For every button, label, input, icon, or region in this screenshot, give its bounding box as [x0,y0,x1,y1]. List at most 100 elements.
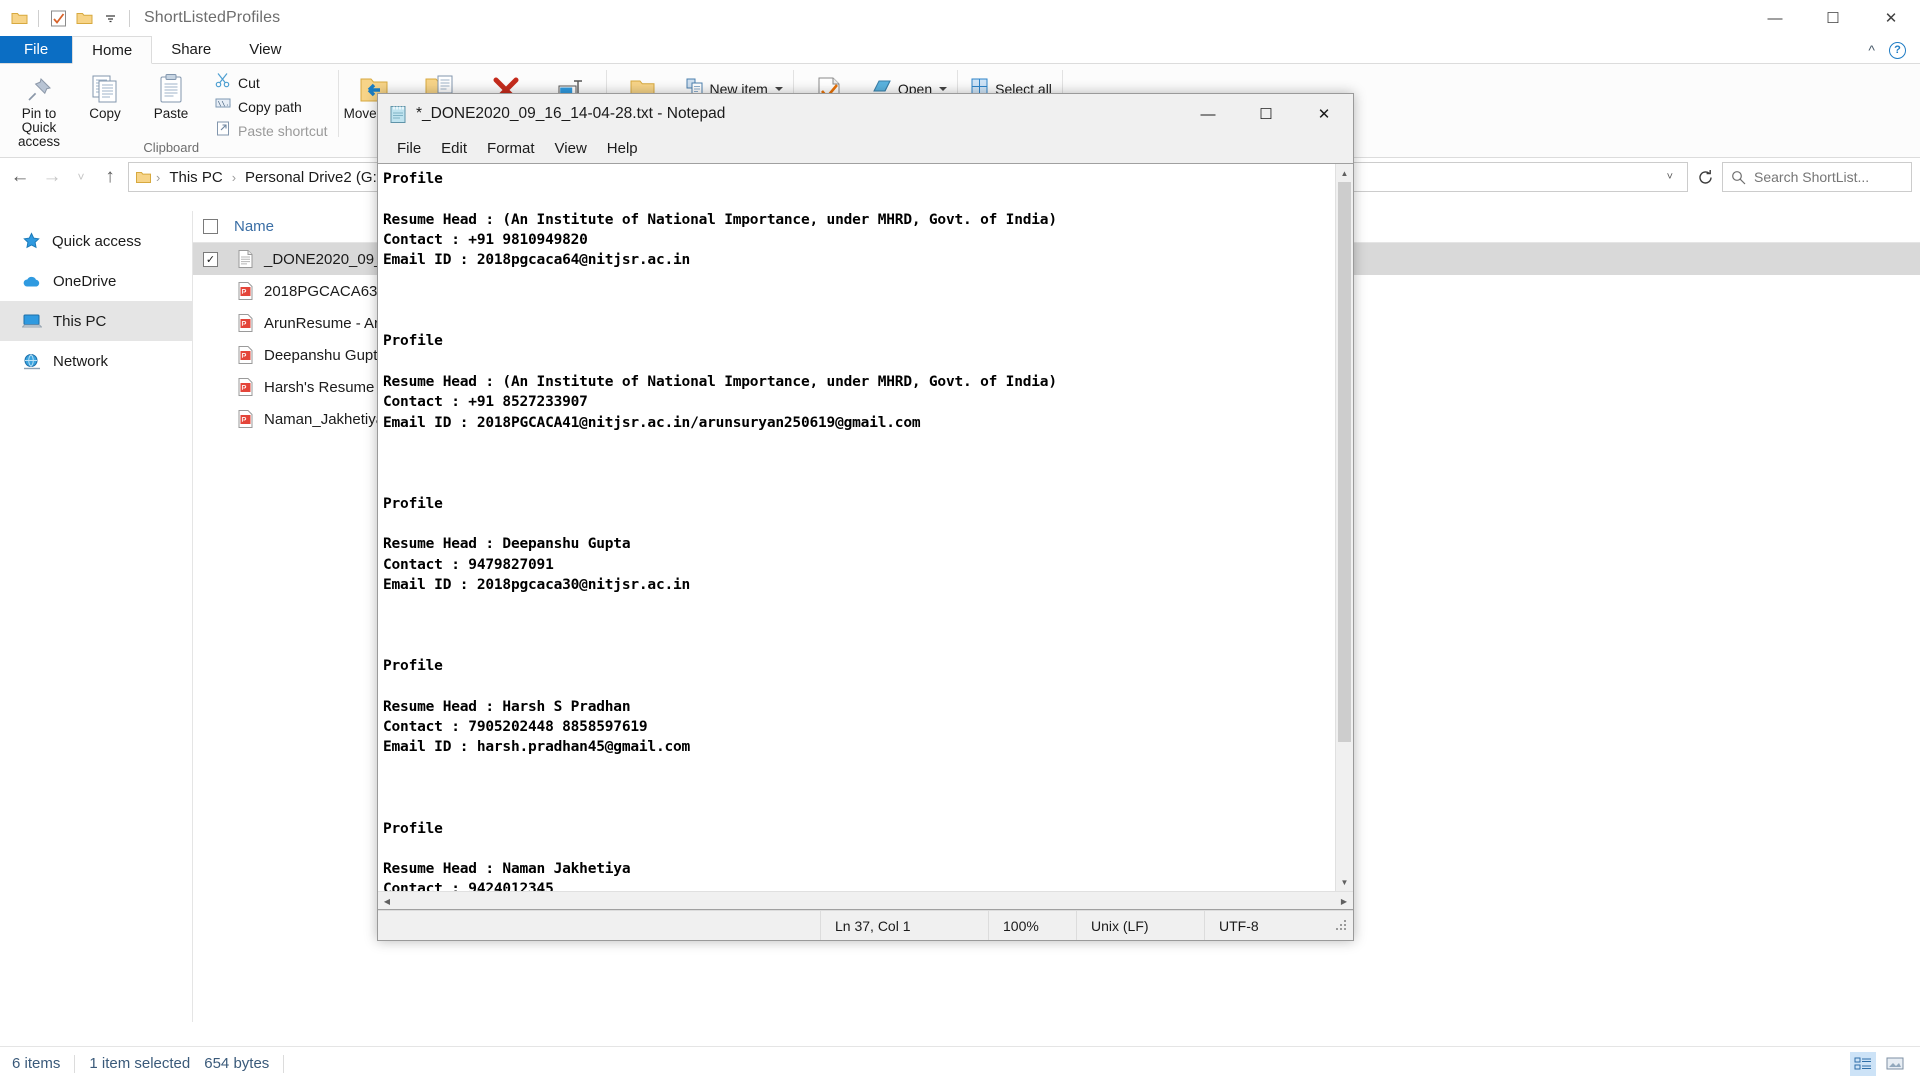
notepad-minimize-button[interactable]: — [1179,94,1237,134]
svg-text:\\..: \\.. [218,99,231,107]
vertical-scrollbar[interactable]: ▲ ▼ [1335,164,1353,891]
toolbar-divider-2 [129,10,130,27]
select-all-checkbox[interactable] [203,219,218,234]
sidebar-item-quick-access[interactable]: Quick access [0,221,192,261]
notepad-close-button[interactable]: ✕ [1295,94,1353,134]
explorer-status-bar: 6 items 1 item selected 654 bytes [0,1046,1920,1080]
cut-button[interactable]: Cut [210,72,333,93]
quick-access-toolbar: ShortListedProfiles — ☐ ✕ [0,0,1920,36]
scroll-up-icon[interactable]: ▲ [1336,164,1353,182]
tab-share[interactable]: Share [152,36,230,63]
collapse-ribbon-icon[interactable]: ^ [1868,42,1875,58]
help-icon[interactable]: ? [1889,42,1906,59]
network-globe-icon [22,353,42,370]
vertical-scroll-thumb[interactable] [1338,182,1351,742]
column-header-name[interactable]: Name [234,218,274,235]
pdf-file-icon [234,378,256,396]
sidebar-item-network[interactable]: Network [0,341,192,381]
notepad-title-bar[interactable]: *_DONE2020_09_16_14-04-28.txt - Notepad … [378,94,1353,134]
back-button[interactable]: ← [4,161,36,193]
copy-button[interactable]: Copy [72,68,138,124]
breadcrumb-personal-drive2[interactable]: Personal Drive2 (G: [241,169,381,186]
scroll-left-icon[interactable]: ◀ [378,892,396,910]
tab-file[interactable]: File [0,36,72,63]
sidebar-item-this-pc[interactable]: This PC [0,301,192,341]
row-name: ArunResume - Ar [264,315,379,332]
breadcrumb-this-pc[interactable]: This PC [165,169,226,186]
row-name: Deepanshu Gupta [264,347,386,364]
window-title: ShortListedProfiles [144,9,280,27]
menu-file[interactable]: File [388,138,430,159]
paste-icon [157,71,185,105]
sidebar-label-this-pc: This PC [53,313,106,330]
new-folder-icon[interactable] [71,5,97,31]
search-input[interactable]: Search ShortList... [1722,162,1912,192]
sidebar-label-quick-access: Quick access [52,233,141,250]
notepad-window-controls: — ☐ ✕ [1179,94,1353,134]
search-placeholder: Search ShortList... [1754,169,1869,185]
menu-edit[interactable]: Edit [432,138,476,159]
paste-label: Paste [154,107,189,121]
recent-locations-button[interactable]: ˅ [68,161,94,193]
close-button[interactable]: ✕ [1862,0,1920,36]
star-pin-icon [22,232,41,251]
paste-shortcut-button[interactable]: Paste shortcut [210,120,333,141]
forward-button[interactable]: → [36,161,68,193]
status-divider-1 [74,1055,75,1073]
details-view-icon[interactable] [1850,1052,1876,1076]
status-selection: 1 item selected [89,1055,190,1072]
scroll-right-icon[interactable]: ▶ [1335,892,1353,910]
status-zoom[interactable]: 100% [988,911,1076,940]
maximize-button[interactable]: ☐ [1804,0,1862,36]
paste-shortcut-label: Paste shortcut [238,123,328,139]
explorer-window-controls: — ☐ ✕ [1746,0,1920,36]
ribbon-tabs-right: ^ ? [1868,36,1914,64]
status-line-ending: Unix (LF) [1076,911,1204,940]
up-button[interactable]: ↑ [94,161,126,193]
properties-icon[interactable] [45,5,71,31]
notepad-status-bar: Ln 37, Col 1 100% Unix (LF) UTF-8 [378,910,1353,940]
paste-button[interactable]: Paste [138,68,204,124]
minimize-button[interactable]: — [1746,0,1804,36]
pdf-file-icon [234,410,256,428]
tab-view[interactable]: View [230,36,300,63]
copy-path-button[interactable]: \\.. Copy path [210,96,333,117]
status-size: 654 bytes [204,1055,269,1072]
menu-help[interactable]: Help [598,138,647,159]
row-name: Harsh's Resume ( [264,379,384,396]
row-name: 2018PGCACA63.p [264,283,390,300]
clipboard-small-commands: Cut \\.. Copy path Paste shortcut [204,68,337,141]
notepad-icon [389,105,407,124]
notepad-text[interactable]: Profile Resume Head : (An Institute of N… [378,164,1335,891]
breadcrumb-sep-2: › [230,170,238,185]
pin-icon [24,71,54,105]
status-encoding: UTF-8 [1204,911,1334,940]
resize-grip-icon[interactable] [1334,918,1350,934]
vertical-scroll-track[interactable] [1336,182,1353,873]
notepad-menu-bar: File Edit Format View Help [378,134,1353,163]
sidebar-item-onedrive[interactable]: OneDrive [0,261,192,301]
scroll-down-icon[interactable]: ▼ [1336,873,1353,891]
tab-home[interactable]: Home [72,36,152,64]
menu-view[interactable]: View [546,138,596,159]
menu-format[interactable]: Format [478,138,544,159]
folder-icon [136,171,151,184]
status-divider-2 [283,1055,284,1073]
address-dropdown-icon[interactable]: ˅ [1657,171,1683,183]
notepad-title: *_DONE2020_09_16_14-04-28.txt - Notepad [416,105,725,123]
thumbnail-view-icon[interactable] [1882,1052,1908,1076]
refresh-button[interactable] [1688,162,1722,192]
notepad-maximize-button[interactable]: ☐ [1237,94,1295,134]
computer-icon [22,313,42,329]
notepad-window: *_DONE2020_09_16_14-04-28.txt - Notepad … [377,93,1354,941]
ribbon-tabs: File Home Share View ^ ? [0,36,1920,64]
view-mode-buttons [1850,1052,1908,1076]
copy-path-icon: \\.. [215,96,231,117]
status-spacer [378,911,820,940]
customize-caret-icon[interactable] [97,5,123,31]
horizontal-scroll-track[interactable] [396,892,1335,909]
row-checkbox[interactable]: ✓ [203,252,218,267]
horizontal-scrollbar[interactable]: ◀ ▶ [378,891,1353,909]
copy-icon [89,71,121,105]
cut-label: Cut [238,75,260,91]
